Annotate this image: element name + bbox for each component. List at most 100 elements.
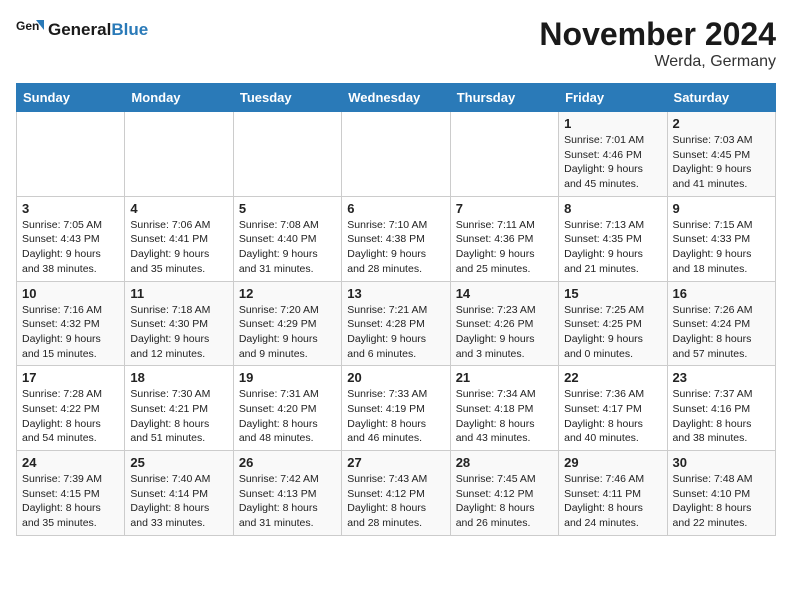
calendar-cell: 11Sunrise: 7:18 AM Sunset: 4:30 PM Dayli… — [125, 281, 233, 366]
day-number: 7 — [456, 201, 553, 216]
calendar-cell: 18 Sunrise: 7:30 AM Sunset: 4:21 PM Dayli… — [125, 366, 233, 451]
calendar-cell: 10 Sunrise: 7:16 AM Sunset: 4:32 PM Dayli… — [17, 281, 125, 366]
day-info: Sunrise: 7:33 AM Sunset: 4:19 PM Dayligh… — [347, 387, 444, 446]
day-info: Sunrise: 7:28 AM Sunset: 4:22 PM Dayligh… — [22, 387, 119, 446]
logo-blue: Blue — [111, 20, 148, 39]
day-number: 17 — [22, 370, 119, 385]
day-info: Sunrise: 7:34 AM Sunset: 4:18 PM Dayligh… — [456, 387, 553, 446]
calendar-cell — [233, 112, 341, 197]
day-number: 19 — [239, 370, 336, 385]
day-number: 5 — [239, 201, 336, 216]
calendar-cell: 13 Sunrise: 7:21 AM Sunset: 4:28 PM Dayli… — [342, 281, 450, 366]
day-info: Sunrise: 7:45 AM Sunset: 4:12 PM Dayligh… — [456, 472, 553, 531]
day-info: Sunrise: 7:16 AM Sunset: 4:32 PM Dayligh… — [22, 303, 119, 362]
calendar-cell: 23Sunrise: 7:37 AM Sunset: 4:16 PM Dayli… — [667, 366, 775, 451]
day-number: 4 — [130, 201, 227, 216]
calendar-cell: 21 Sunrise: 7:34 AM Sunset: 4:18 PM Dayli… — [450, 366, 558, 451]
day-number: 24 — [22, 455, 119, 470]
calendar-cell: 27 Sunrise: 7:43 AM Sunset: 4:12 PM Dayli… — [342, 451, 450, 536]
day-info: Sunrise: 7:10 AM Sunset: 4:38 PM Dayligh… — [347, 218, 444, 277]
svg-text:Gen: Gen — [16, 19, 39, 33]
day-number: 9 — [673, 201, 770, 216]
calendar-cell: 3 Sunrise: 7:05 AM Sunset: 4:43 PM Daylig… — [17, 196, 125, 281]
calendar-cell — [450, 112, 558, 197]
calendar-cell: 19 Sunrise: 7:31 AM Sunset: 4:20 PM Dayli… — [233, 366, 341, 451]
day-info: Sunrise: 7:30 AM Sunset: 4:21 PM Dayligh… — [130, 387, 227, 446]
day-number: 16 — [673, 286, 770, 301]
day-info: Sunrise: 7:11 AM Sunset: 4:36 PM Dayligh… — [456, 218, 553, 277]
day-info: Sunrise: 7:01 AM Sunset: 4:46 PM Dayligh… — [564, 133, 661, 192]
day-number: 6 — [347, 201, 444, 216]
day-info: Sunrise: 7:06 AM Sunset: 4:41 PM Dayligh… — [130, 218, 227, 277]
calendar-cell: 6 Sunrise: 7:10 AM Sunset: 4:38 PM Daylig… — [342, 196, 450, 281]
calendar-cell: 17 Sunrise: 7:28 AM Sunset: 4:22 PM Dayli… — [17, 366, 125, 451]
day-number: 28 — [456, 455, 553, 470]
day-info: Sunrise: 7:13 AM Sunset: 4:35 PM Dayligh… — [564, 218, 661, 277]
weekday-header-row: SundayMondayTuesdayWednesdayThursdayFrid… — [17, 84, 776, 112]
day-number: 27 — [347, 455, 444, 470]
day-info: Sunrise: 7:23 AM Sunset: 4:26 PM Dayligh… — [456, 303, 553, 362]
weekday-header: Wednesday — [342, 84, 450, 112]
day-number: 3 — [22, 201, 119, 216]
day-info: Sunrise: 7:43 AM Sunset: 4:12 PM Dayligh… — [347, 472, 444, 531]
calendar-cell: 9 Sunrise: 7:15 AM Sunset: 4:33 PM Daylig… — [667, 196, 775, 281]
calendar-cell: 25Sunrise: 7:40 AM Sunset: 4:14 PM Dayli… — [125, 451, 233, 536]
day-info: Sunrise: 7:48 AM Sunset: 4:10 PM Dayligh… — [673, 472, 770, 531]
calendar-cell: 16 Sunrise: 7:26 AM Sunset: 4:24 PM Dayli… — [667, 281, 775, 366]
calendar-week-row: 1 Sunrise: 7:01 AM Sunset: 4:46 PM Daylig… — [17, 112, 776, 197]
calendar-cell: 30 Sunrise: 7:48 AM Sunset: 4:10 PM Dayli… — [667, 451, 775, 536]
logo: Gen GeneralBlue — [16, 16, 148, 44]
day-info: Sunrise: 7:21 AM Sunset: 4:28 PM Dayligh… — [347, 303, 444, 362]
calendar-cell: 26Sunrise: 7:42 AM Sunset: 4:13 PM Dayli… — [233, 451, 341, 536]
day-info: Sunrise: 7:37 AM Sunset: 4:16 PM Dayligh… — [673, 387, 770, 446]
calendar-cell: 15 Sunrise: 7:25 AM Sunset: 4:25 PM Dayli… — [559, 281, 667, 366]
day-number: 11 — [130, 286, 227, 301]
day-number: 21 — [456, 370, 553, 385]
title-area: November 2024 Werda, Germany — [539, 16, 776, 71]
day-info: Sunrise: 7:26 AM Sunset: 4:24 PM Dayligh… — [673, 303, 770, 362]
calendar-cell: 24 Sunrise: 7:39 AM Sunset: 4:15 PM Dayli… — [17, 451, 125, 536]
day-info: Sunrise: 7:39 AM Sunset: 4:15 PM Dayligh… — [22, 472, 119, 531]
logo-icon: Gen — [16, 16, 44, 44]
logo-general: General — [48, 20, 111, 39]
day-number: 2 — [673, 116, 770, 131]
calendar-cell: 29 Sunrise: 7:46 AM Sunset: 4:11 PM Dayli… — [559, 451, 667, 536]
day-info: Sunrise: 7:15 AM Sunset: 4:33 PM Dayligh… — [673, 218, 770, 277]
day-number: 29 — [564, 455, 661, 470]
day-info: Sunrise: 7:25 AM Sunset: 4:25 PM Dayligh… — [564, 303, 661, 362]
location: Werda, Germany — [539, 53, 776, 71]
calendar-cell: 8 Sunrise: 7:13 AM Sunset: 4:35 PM Daylig… — [559, 196, 667, 281]
day-number: 20 — [347, 370, 444, 385]
calendar-cell: 28 Sunrise: 7:45 AM Sunset: 4:12 PM Dayli… — [450, 451, 558, 536]
day-info: Sunrise: 7:08 AM Sunset: 4:40 PM Dayligh… — [239, 218, 336, 277]
calendar-cell: 14 Sunrise: 7:23 AM Sunset: 4:26 PM Dayli… — [450, 281, 558, 366]
day-number: 1 — [564, 116, 661, 131]
page-header: Gen GeneralBlue November 2024 Werda, Ger… — [16, 16, 776, 71]
calendar-cell: 12Sunrise: 7:20 AM Sunset: 4:29 PM Dayli… — [233, 281, 341, 366]
day-info: Sunrise: 7:46 AM Sunset: 4:11 PM Dayligh… — [564, 472, 661, 531]
weekday-header: Tuesday — [233, 84, 341, 112]
day-info: Sunrise: 7:31 AM Sunset: 4:20 PM Dayligh… — [239, 387, 336, 446]
calendar-cell: 5 Sunrise: 7:08 AM Sunset: 4:40 PM Daylig… — [233, 196, 341, 281]
day-info: Sunrise: 7:42 AM Sunset: 4:13 PM Dayligh… — [239, 472, 336, 531]
day-number: 10 — [22, 286, 119, 301]
weekday-header: Monday — [125, 84, 233, 112]
day-number: 14 — [456, 286, 553, 301]
day-number: 13 — [347, 286, 444, 301]
calendar-week-row: 24 Sunrise: 7:39 AM Sunset: 4:15 PM Dayli… — [17, 451, 776, 536]
day-number: 15 — [564, 286, 661, 301]
day-info: Sunrise: 7:05 AM Sunset: 4:43 PM Dayligh… — [22, 218, 119, 277]
weekday-header: Sunday — [17, 84, 125, 112]
calendar-cell: 2Sunrise: 7:03 AM Sunset: 4:45 PM Daylig… — [667, 112, 775, 197]
calendar-table: SundayMondayTuesdayWednesdayThursdayFrid… — [16, 83, 776, 536]
day-number: 30 — [673, 455, 770, 470]
day-number: 12 — [239, 286, 336, 301]
calendar-cell — [125, 112, 233, 197]
calendar-cell: 22Sunrise: 7:36 AM Sunset: 4:17 PM Dayli… — [559, 366, 667, 451]
day-number: 18 — [130, 370, 227, 385]
calendar-cell — [17, 112, 125, 197]
weekday-header: Saturday — [667, 84, 775, 112]
calendar-cell: 7 Sunrise: 7:11 AM Sunset: 4:36 PM Daylig… — [450, 196, 558, 281]
calendar-cell: 4 Sunrise: 7:06 AM Sunset: 4:41 PM Daylig… — [125, 196, 233, 281]
day-number: 8 — [564, 201, 661, 216]
